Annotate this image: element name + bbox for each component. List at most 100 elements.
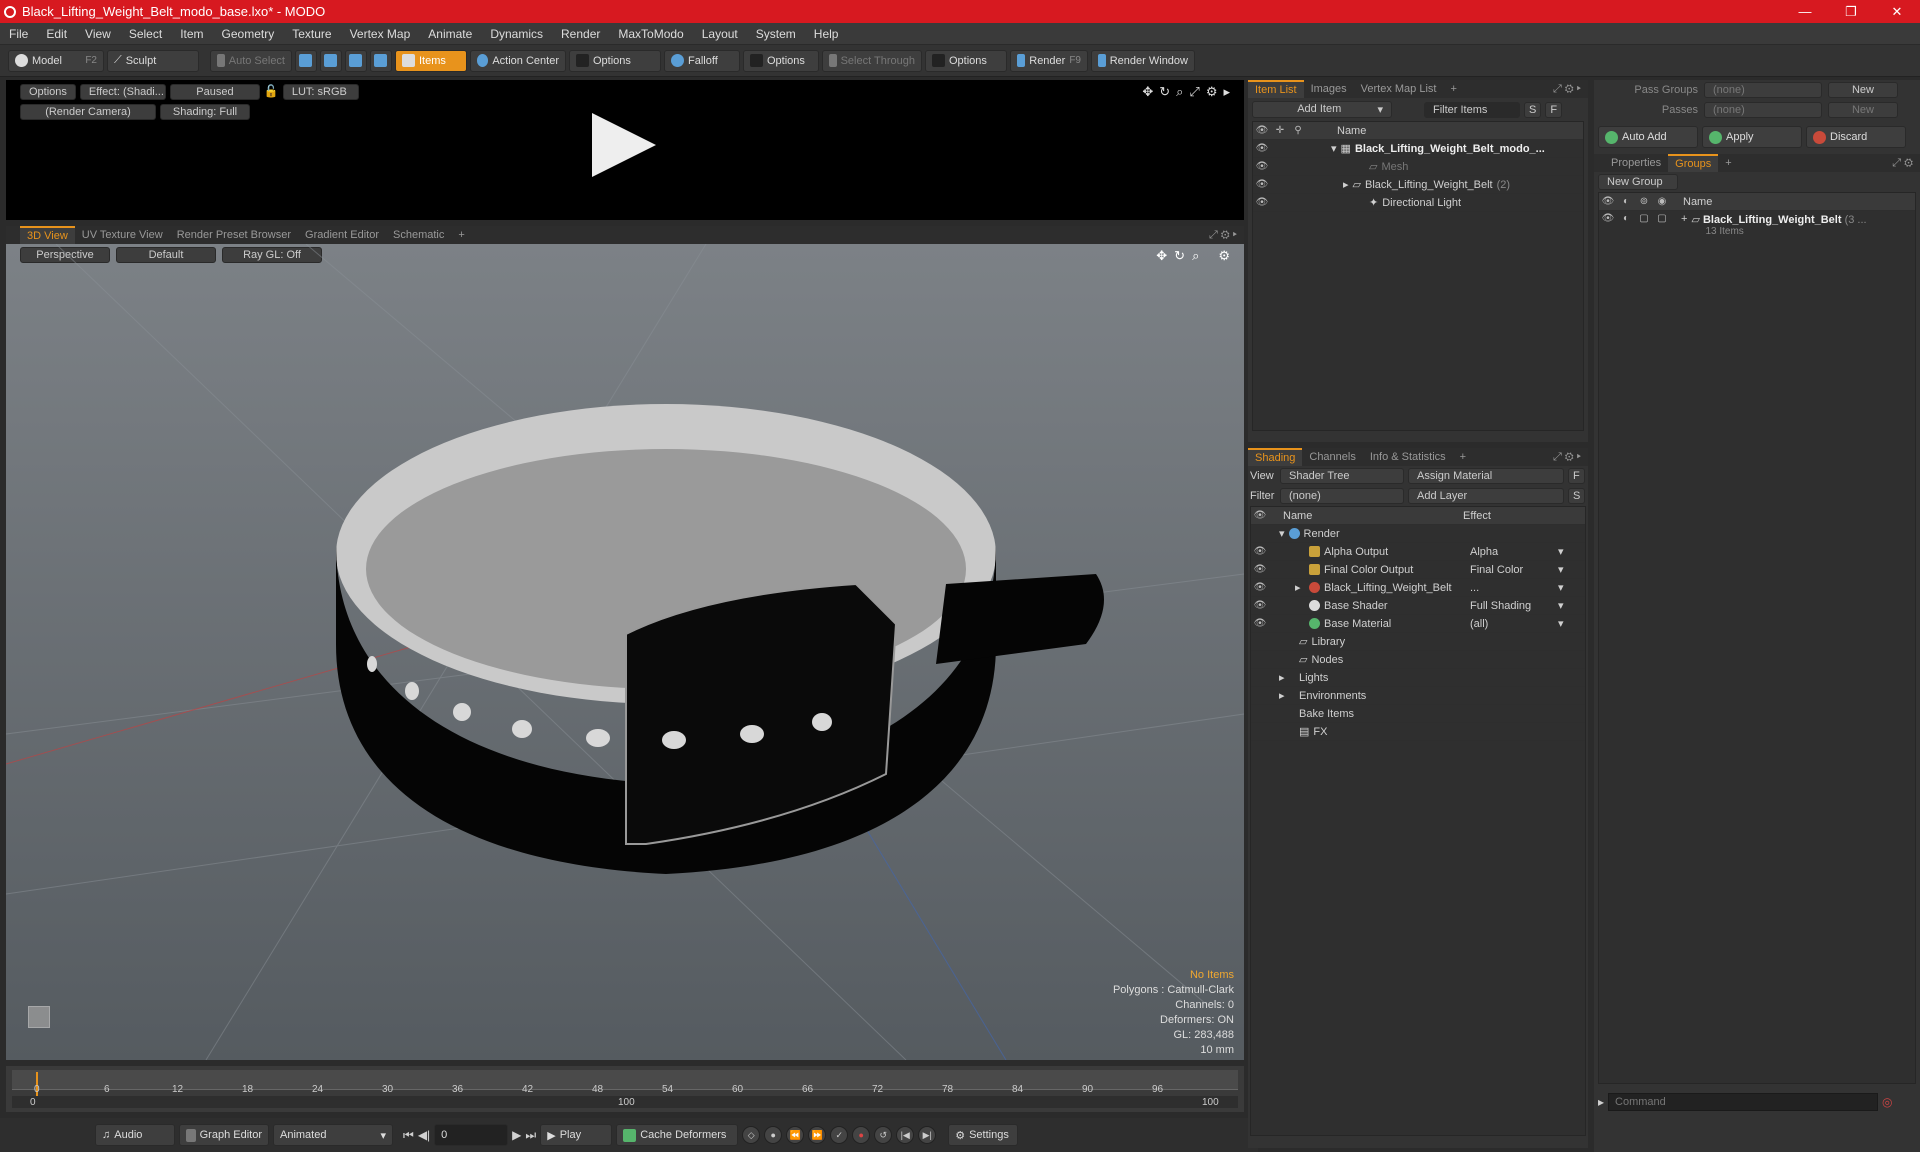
shading-s-button[interactable]: S: [1568, 488, 1586, 504]
panel-menu-icon[interactable]: ⤢ ⚙ ▸: [1546, 80, 1588, 98]
auto-select-button[interactable]: Auto Select: [210, 49, 292, 72]
add-item-dropdown[interactable]: Add Item ▾: [1252, 101, 1392, 118]
vertex-mode-button[interactable]: [295, 49, 317, 72]
close-button[interactable]: ✕: [1874, 4, 1920, 20]
menu-vertex-map[interactable]: Vertex Map: [341, 27, 420, 41]
chevron-right-icon[interactable]: ▸: [1279, 671, 1299, 684]
table-row[interactable]: 👁 Final Color Output Final Color ▾: [1251, 561, 1585, 579]
tab-add[interactable]: +: [1443, 80, 1463, 98]
zoom-icon[interactable]: ⌕: [1176, 84, 1183, 100]
expand-icon[interactable]: +: [1681, 213, 1687, 225]
next-frame-icon[interactable]: ▶: [512, 1128, 521, 1142]
item-list-s-button[interactable]: S: [1524, 101, 1542, 118]
add-layer-dropdown[interactable]: Add Layer: [1408, 488, 1564, 504]
tab-channels[interactable]: Channels: [1302, 448, 1362, 466]
minimize-button[interactable]: —: [1782, 4, 1828, 20]
table-row[interactable]: ▾ Render: [1251, 525, 1585, 543]
action-center-button[interactable]: Action Center: [470, 49, 566, 72]
arrow-right-icon[interactable]: ▸: [1223, 84, 1230, 100]
menu-help[interactable]: Help: [805, 27, 848, 41]
render-window-button[interactable]: Render Window: [1091, 49, 1195, 72]
menu-geometry[interactable]: Geometry: [213, 27, 284, 41]
visibility-icon[interactable]: 👁: [1599, 213, 1617, 224]
preview-effect-dropdown[interactable]: Effect: (Shadi...: [79, 84, 166, 100]
range-start[interactable]: 0: [30, 1097, 36, 1108]
visibility-icon[interactable]: 👁: [1253, 197, 1271, 208]
frame-input[interactable]: 0: [434, 1124, 509, 1146]
passes-dropdown[interactable]: (none): [1704, 102, 1822, 118]
filter-dropdown[interactable]: (none): [1280, 488, 1404, 504]
rotate-icon[interactable]: ↻: [1159, 84, 1170, 100]
command-input[interactable]: [1608, 1093, 1879, 1111]
table-row[interactable]: Bake Items: [1251, 705, 1585, 723]
menu-texture[interactable]: Texture: [283, 27, 340, 41]
table-row[interactable]: ▱ Nodes: [1251, 651, 1585, 669]
tab-render-preset-browser[interactable]: Render Preset Browser: [170, 226, 298, 244]
go-end-icon[interactable]: ⏭: [525, 1128, 536, 1143]
panel-menu-icon[interactable]: ⤢ ⚙ ▸: [1546, 448, 1588, 466]
preview-camera-dropdown[interactable]: (Render Camera): [20, 104, 156, 120]
render-button[interactable]: Render F9: [1010, 49, 1088, 72]
list-item[interactable]: 👁 ▱ Mesh: [1253, 158, 1583, 176]
sculpt-button[interactable]: ⟋ Sculpt: [107, 49, 199, 72]
maximize-button[interactable]: ❐: [1828, 4, 1874, 20]
falloff-options-button[interactable]: Options: [743, 49, 819, 72]
prev-key-icon[interactable]: ◀|: [418, 1128, 430, 1142]
tab-properties[interactable]: Properties: [1604, 154, 1668, 172]
menu-render[interactable]: Render: [552, 27, 609, 41]
play-icon[interactable]: [592, 113, 656, 177]
menu-system[interactable]: System: [747, 27, 805, 41]
auto-add-button[interactable]: Auto Add: [1598, 126, 1698, 148]
preview-options-button[interactable]: Options: [20, 84, 76, 100]
animated-dropdown[interactable]: Animated ▾: [273, 1124, 393, 1146]
preview-lut-dropdown[interactable]: LUT: sRGB: [282, 84, 359, 100]
items-mode-button[interactable]: Items: [395, 49, 467, 72]
visibility-icon[interactable]: 👁: [1253, 179, 1271, 190]
preview-shading-dropdown[interactable]: Shading: Full: [160, 104, 250, 120]
menu-layout[interactable]: Layout: [693, 27, 747, 41]
table-row[interactable]: 👁 Base Shader Full Shading ▾: [1251, 597, 1585, 615]
material-mode-button[interactable]: [370, 49, 392, 72]
list-item[interactable]: 👁 ✦ Directional Light: [1253, 194, 1583, 212]
viewport-maximize-icon[interactable]: ⤢ ⚙ ▸: [1202, 226, 1244, 244]
menu-dynamics[interactable]: Dynamics: [481, 27, 552, 41]
pass-groups-dropdown[interactable]: (none): [1704, 82, 1822, 98]
settings-button[interactable]: ⚙ Settings: [948, 1124, 1019, 1146]
visibility-icon[interactable]: 👁: [1251, 600, 1269, 611]
chevron-down-icon[interactable]: ▾: [1558, 599, 1564, 612]
tab-add[interactable]: +: [1453, 448, 1473, 466]
tab-images[interactable]: Images: [1304, 80, 1354, 98]
loop-icon[interactable]: ↺: [874, 1126, 893, 1144]
tab-add[interactable]: +: [451, 226, 471, 244]
play-button[interactable]: ▶ Play: [540, 1124, 613, 1146]
select-through-button[interactable]: Select Through: [822, 49, 922, 72]
tab-vertex-map-list[interactable]: Vertex Map List: [1354, 80, 1444, 98]
menu-maxtomodo[interactable]: MaxToModo: [609, 27, 692, 41]
chevron-down-icon[interactable]: ▾: [1558, 563, 1564, 576]
chevron-down-icon[interactable]: ▾: [1558, 545, 1564, 558]
gear-icon[interactable]: ⚙: [1206, 84, 1218, 100]
prev-key-icon[interactable]: ⏪: [786, 1126, 805, 1144]
command-history-icon[interactable]: ◎: [1882, 1095, 1892, 1109]
menu-edit[interactable]: Edit: [37, 27, 76, 41]
chevron-down-icon[interactable]: ▾: [1279, 527, 1285, 540]
new-group-button[interactable]: New Group: [1598, 174, 1678, 190]
visibility-icon[interactable]: 👁: [1253, 143, 1271, 154]
preview-paused-button[interactable]: Paused: [169, 84, 260, 100]
falloff-button[interactable]: Falloff: [664, 49, 740, 72]
select-through-options-button[interactable]: Options: [925, 49, 1007, 72]
polygon-mode-button[interactable]: [345, 49, 367, 72]
tab-add[interactable]: +: [1718, 154, 1738, 172]
menu-select[interactable]: Select: [120, 27, 171, 41]
range-end[interactable]: 100: [1202, 1097, 1219, 1108]
select-toggle-icon[interactable]: ▢: [1653, 213, 1671, 224]
key-icon[interactable]: ◇: [742, 1126, 761, 1144]
new-pass-group-button[interactable]: New: [1828, 82, 1898, 98]
chevron-right-icon[interactable]: ▸: [1295, 581, 1309, 594]
timeline[interactable]: 0 6 12 18 24 30 36 42 48 54 60 66 72 78 …: [6, 1066, 1244, 1112]
table-row[interactable]: ▤ FX: [1251, 723, 1585, 741]
item-list-f-button[interactable]: F: [1545, 101, 1563, 118]
menu-view[interactable]: View: [76, 27, 120, 41]
panel-menu-icon[interactable]: ⤢ ⚙: [1885, 154, 1920, 172]
table-row[interactable]: ▸ Lights: [1251, 669, 1585, 687]
